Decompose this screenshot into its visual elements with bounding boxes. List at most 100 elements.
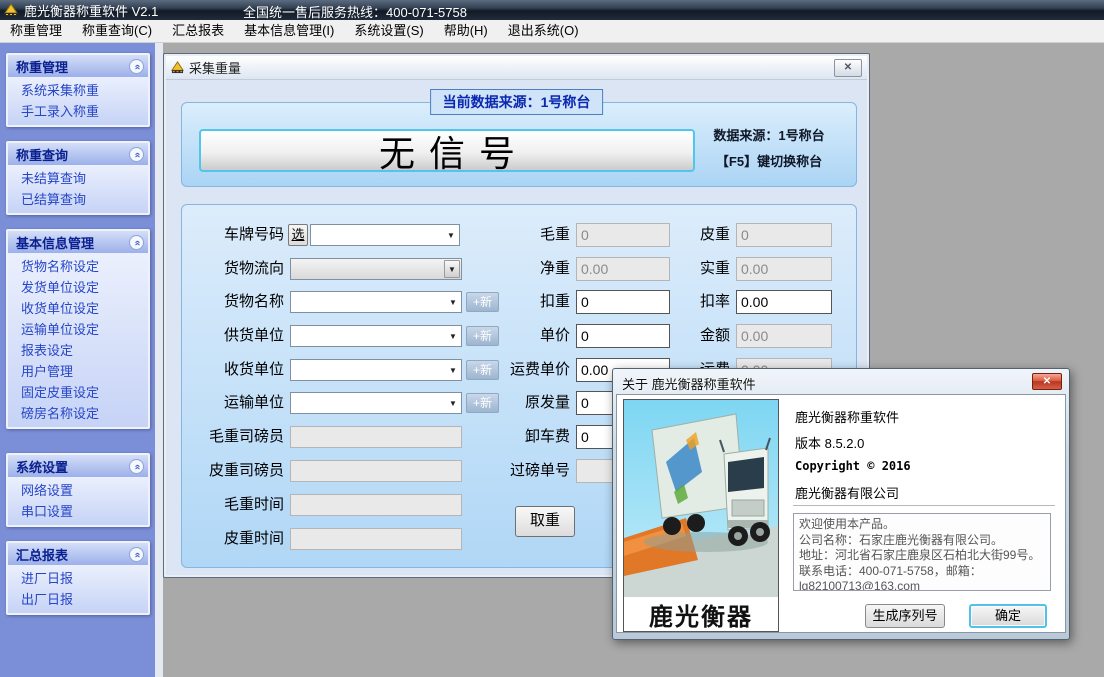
menu-bar: 称重管理 称重查询(C) 汇总报表 基本信息管理(I) 系统设置(S) 帮助(H… — [0, 20, 1104, 43]
original-qty-label: 原发量 — [470, 392, 570, 414]
sidebar-item-weighhouse-name-setting[interactable]: 磅房名称设定 — [8, 403, 148, 424]
sidebar-item-system-collect-weigh[interactable]: 系统采集称重 — [8, 80, 148, 101]
truck-image-caption: 鹿光衡器 — [624, 597, 778, 631]
window-title: 采集重量 — [189, 58, 241, 77]
gross-operator-label: 毛重司磅员 — [184, 426, 284, 448]
tare-time-label: 皮重时间 — [184, 528, 284, 550]
hotline-text: 全国统一售后服务热线：400-071-5758 — [243, 2, 467, 21]
sidebar-group-header[interactable]: 系统设置 « — [8, 455, 148, 477]
about-version: 版本 8.5.2.0 — [795, 433, 864, 452]
generate-serial-button[interactable]: 生成序列号 — [865, 604, 945, 628]
app-title: 鹿光衡器称重软件 V2.1 — [24, 1, 158, 20]
truck-illustration — [624, 400, 778, 598]
actual-weight-field — [736, 257, 832, 281]
tare-weight-field — [736, 223, 832, 247]
about-info-line: 公司名称：石家庄鹿光衡器有限公司。 — [799, 533, 1045, 549]
sidebar-item-unsettled-query[interactable]: 未结算查询 — [8, 168, 148, 189]
sidebar-item-serial-port-settings[interactable]: 串口设置 — [8, 501, 148, 522]
weigh-ticket-label: 过磅单号 — [470, 460, 570, 482]
sidebar-group-summary-report: 汇总报表 « 进厂日报 出厂日报 — [6, 541, 150, 615]
sidebar-item-user-manage[interactable]: 用户管理 — [8, 361, 148, 382]
gross-time-label: 毛重时间 — [184, 494, 284, 516]
gross-time-field — [290, 494, 462, 516]
deduct-rate-label: 扣率 — [630, 291, 730, 313]
chevron-down-icon[interactable]: ▼ — [444, 260, 460, 278]
menu-item-summary-report[interactable]: 汇总报表 — [162, 20, 234, 42]
menu-item-system-settings[interactable]: 系统设置(S) — [344, 20, 433, 42]
truck-scale-image: 鹿光衡器 — [623, 399, 779, 632]
chevron-down-icon[interactable]: ▼ — [445, 360, 461, 380]
divider — [793, 505, 1055, 507]
sidebar-item-shipper-setting[interactable]: 发货单位设定 — [8, 277, 148, 298]
combo-field — [291, 292, 445, 312]
about-close-icon[interactable]: ✕ — [1032, 373, 1062, 390]
sidebar-item-outbound-daily-report[interactable]: 出厂日报 — [8, 589, 148, 610]
sidebar-group-title: 系统设置 — [16, 457, 68, 476]
freight-unit-price-label: 运费单价 — [470, 359, 570, 381]
sidebar-group-weigh-manage: 称重管理 « 系统采集称重 手工录入称重 — [6, 53, 150, 127]
plate-select-button[interactable]: 选 — [288, 224, 308, 246]
deduct-rate-field[interactable] — [736, 290, 832, 314]
receiver-combobox[interactable]: ▼ — [290, 359, 462, 381]
sidebar-item-transport-setting[interactable]: 运输单位设定 — [8, 319, 148, 340]
sidebar-group-header[interactable]: 称重查询 « — [8, 143, 148, 165]
sidebar-item-settled-query[interactable]: 已结算查询 — [8, 189, 148, 210]
collapse-chevron-icon[interactable]: « — [129, 59, 144, 74]
about-dialog-titlebar: 关于 鹿光衡器称重软件 — [616, 372, 1066, 394]
chevron-down-icon[interactable]: ▼ — [445, 292, 461, 312]
collapse-chevron-icon[interactable]: « — [129, 235, 144, 250]
ok-button[interactable]: 确定 — [969, 604, 1047, 628]
menu-item-weigh-manage[interactable]: 称重管理 — [0, 20, 72, 42]
sidebar-group-header[interactable]: 汇总报表 « — [8, 543, 148, 565]
goods-name-combobox[interactable]: ▼ — [290, 291, 462, 313]
menu-item-exit[interactable]: 退出系统(O) — [498, 20, 589, 42]
sidebar-item-receiver-setting[interactable]: 收货单位设定 — [8, 298, 148, 319]
sidebar: 称重管理 « 系统采集称重 手工录入称重 称重查询 « 未结算查询 已结算查询 … — [0, 43, 155, 677]
chevron-down-icon[interactable]: ▼ — [443, 225, 459, 245]
menu-item-basic-info[interactable]: 基本信息管理(I) — [234, 20, 344, 42]
menu-item-help[interactable]: 帮助(H) — [434, 20, 498, 42]
gross-operator-field — [290, 426, 462, 448]
sidebar-item-manual-entry-weigh[interactable]: 手工录入称重 — [8, 101, 148, 122]
sidebar-scroll-strip[interactable] — [155, 43, 163, 677]
app-root: 鹿光衡器称重软件 V2.1 全国统一售后服务热线：400-071-5758 称重… — [0, 0, 1104, 677]
about-company: 鹿光衡器有限公司 — [795, 483, 899, 502]
about-copyright: Copyright © 2016 — [795, 459, 911, 473]
collapse-chevron-icon[interactable]: « — [129, 147, 144, 162]
sidebar-group-items: 系统采集称重 手工录入称重 — [8, 77, 148, 125]
sidebar-item-fixed-tare-setting[interactable]: 固定皮重设定 — [8, 382, 148, 403]
sidebar-item-goods-name-setting[interactable]: 货物名称设定 — [8, 256, 148, 277]
supplier-label: 供货单位 — [184, 325, 284, 347]
about-info-textbox: 欢迎使用本产品。 公司名称：石家庄鹿光衡器有限公司。 地址：河北省石家庄鹿泉区石… — [793, 513, 1051, 591]
menu-item-weigh-query[interactable]: 称重查询(C) — [72, 20, 162, 42]
sidebar-group-items: 网络设置 串口设置 — [8, 477, 148, 525]
tare-weight-label: 皮重 — [630, 224, 730, 246]
sidebar-group-system-settings: 系统设置 « 网络设置 串口设置 — [6, 453, 150, 527]
sidebar-item-report-setting[interactable]: 报表设定 — [8, 340, 148, 361]
sidebar-group-header[interactable]: 称重管理 « — [8, 55, 148, 77]
sidebar-group-title: 汇总报表 — [16, 545, 68, 564]
window-close-icon[interactable]: ✕ — [834, 59, 862, 77]
goods-name-label: 货物名称 — [184, 291, 284, 313]
weight-signal-display: 无信号 — [199, 129, 695, 172]
about-info-line: 联系电话：400-071-5758，邮箱： — [799, 564, 1045, 580]
amount-field — [736, 324, 832, 348]
sidebar-group-items: 货物名称设定 发货单位设定 收货单位设定 运输单位设定 报表设定 用户管理 固定… — [8, 253, 148, 427]
combo-field — [291, 393, 445, 413]
sidebar-item-inbound-daily-report[interactable]: 进厂日报 — [8, 568, 148, 589]
plate-number-combobox[interactable]: ▼ — [310, 224, 460, 246]
transport-combobox[interactable]: ▼ — [290, 392, 462, 414]
sidebar-group-basic-info: 基本信息管理 « 货物名称设定 发货单位设定 收货单位设定 运输单位设定 报表设… — [6, 229, 150, 429]
chevron-down-icon[interactable]: ▼ — [445, 393, 461, 413]
sidebar-item-network-settings[interactable]: 网络设置 — [8, 480, 148, 501]
take-weight-button[interactable]: 取重 — [515, 506, 575, 537]
goods-flow-combobox[interactable]: ▼ — [290, 258, 462, 280]
about-dialog-body: 鹿光衡器 鹿光衡器称重软件 版本 8.5.2.0 Copyright © 201… — [616, 394, 1066, 633]
chevron-down-icon[interactable]: ▼ — [445, 326, 461, 346]
sidebar-group-header[interactable]: 基本信息管理 « — [8, 231, 148, 253]
source-info-line2: 【F5】键切换称台 — [690, 149, 848, 175]
collapse-chevron-icon[interactable]: « — [129, 547, 144, 562]
supplier-combobox[interactable]: ▼ — [290, 325, 462, 347]
source-info: 数据来源：1号称台 【F5】键切换称台 — [690, 123, 848, 175]
collapse-chevron-icon[interactable]: « — [129, 459, 144, 474]
